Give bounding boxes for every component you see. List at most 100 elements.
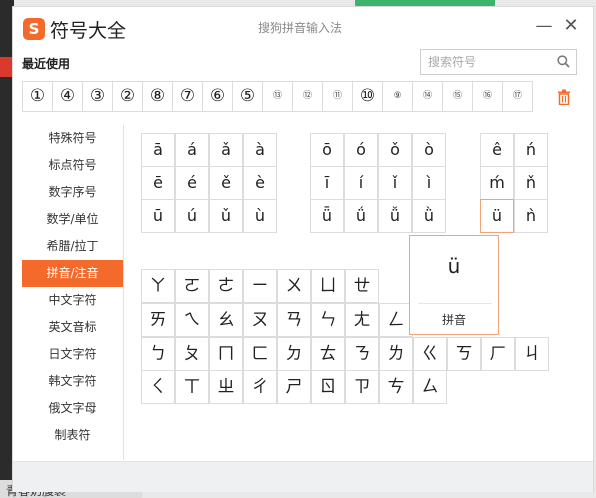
sidebar-item[interactable]: 英文音标 <box>22 314 123 341</box>
symbol-cell[interactable]: è <box>243 166 277 200</box>
symbol-cell[interactable]: á <box>175 133 209 167</box>
symbol-cell[interactable]: ê <box>480 133 514 167</box>
minimize-button[interactable]: — <box>535 16 553 36</box>
symbol-cell[interactable]: ú <box>175 199 209 233</box>
symbol-cell[interactable]: é <box>175 166 209 200</box>
symbol-cell[interactable]: ō <box>310 133 344 167</box>
recent-symbol[interactable]: ⑫ <box>292 81 323 112</box>
symbol-cell[interactable]: ㄚ <box>141 269 175 303</box>
symbol-cell[interactable]: ㄟ <box>175 303 209 337</box>
symbol-cell[interactable]: ǔ <box>209 199 243 233</box>
symbol-cell[interactable]: ㄋ <box>345 337 379 371</box>
symbol-cell[interactable]: ǜ <box>412 199 446 233</box>
trash-icon[interactable] <box>557 89 571 105</box>
symbol-cell[interactable]: ㄨ <box>277 269 311 303</box>
symbol-cell[interactable]: ㄈ <box>243 337 277 371</box>
symbol-cell[interactable]: ǐ <box>378 166 412 200</box>
symbol-cell[interactable]: ī <box>310 166 344 200</box>
sidebar-item[interactable]: 拼音/注音 <box>22 260 123 287</box>
recent-symbol[interactable]: ⑭ <box>412 81 443 112</box>
symbol-cell[interactable]: ㄢ <box>277 303 311 337</box>
search-box[interactable] <box>420 49 577 75</box>
symbol-cell[interactable]: ē <box>141 166 175 200</box>
symbol-cell[interactable]: ㄤ <box>345 303 379 337</box>
symbol-cell[interactable]: ㄒ <box>175 370 209 404</box>
close-button[interactable]: ✕ <box>562 16 580 36</box>
symbol-cell[interactable]: ń <box>514 133 548 167</box>
symbol-cell[interactable]: ǖ <box>310 199 344 233</box>
recent-symbol[interactable]: ③ <box>82 81 113 112</box>
symbol-cell[interactable]: ㄍ <box>413 337 447 371</box>
symbol-cell[interactable]: ㄥ <box>379 303 413 337</box>
symbol-cell[interactable]: ㄎ <box>447 337 481 371</box>
sidebar-item[interactable]: 希腊/拉丁 <box>22 233 123 260</box>
symbol-cell[interactable]: ㄉ <box>277 337 311 371</box>
sidebar-item[interactable]: 俄文字母 <box>22 395 123 422</box>
sidebar-item[interactable]: 日文字符 <box>22 341 123 368</box>
symbol-cell[interactable]: ㄑ <box>141 370 175 404</box>
sidebar-item[interactable]: 特殊符号 <box>22 125 123 152</box>
symbol-cell[interactable]: ǎ <box>209 133 243 167</box>
symbol-cell[interactable]: ū <box>141 199 175 233</box>
recent-symbol[interactable]: ⑤ <box>232 81 263 112</box>
sidebar-item[interactable]: 中文字符 <box>22 287 123 314</box>
symbol-cell[interactable]: ㄘ <box>379 370 413 404</box>
recent-symbol[interactable]: ⑬ <box>262 81 293 112</box>
symbol-cell[interactable]: ǒ <box>378 133 412 167</box>
symbol-cell[interactable]: ㄔ <box>243 370 277 404</box>
symbol-cell[interactable]: ü <box>480 199 514 233</box>
symbol-cell[interactable]: ㄠ <box>209 303 243 337</box>
symbol-cell[interactable]: ㄇ <box>209 337 243 371</box>
recent-symbol[interactable]: ⑰ <box>502 81 533 112</box>
symbol-cell[interactable]: ㄝ <box>345 269 379 303</box>
symbol-cell[interactable]: ù <box>243 199 277 233</box>
symbol-cell[interactable]: ó <box>344 133 378 167</box>
symbol-cell[interactable]: ㄅ <box>141 337 175 371</box>
symbol-cell[interactable]: ǘ <box>344 199 378 233</box>
symbol-cell[interactable]: ㄌ <box>379 337 413 371</box>
symbol-cell[interactable]: ㄧ <box>243 269 277 303</box>
symbol-cell[interactable]: ㄡ <box>243 303 277 337</box>
recent-symbol[interactable]: ⑧ <box>142 81 173 112</box>
sidebar-item[interactable]: 数字序号 <box>22 179 123 206</box>
recent-symbol[interactable]: ⑨ <box>382 81 413 112</box>
recent-symbol[interactable]: ⑥ <box>202 81 233 112</box>
symbol-cell[interactable]: ㄖ <box>311 370 345 404</box>
symbol-cell[interactable]: ň <box>514 166 548 200</box>
symbol-cell[interactable]: ㄏ <box>481 337 515 371</box>
symbol-cell[interactable]: ㄙ <box>413 370 447 404</box>
search-input[interactable] <box>421 50 551 74</box>
sidebar-item[interactable]: 制表符 <box>22 422 123 449</box>
symbol-cell[interactable]: ㄩ <box>311 269 345 303</box>
symbol-cell[interactable]: ㄐ <box>515 337 549 371</box>
search-icon[interactable] <box>557 55 570 68</box>
symbol-cell[interactable]: ì <box>412 166 446 200</box>
recent-symbol[interactable]: ⑮ <box>442 81 473 112</box>
recent-symbol[interactable]: ② <box>112 81 143 112</box>
symbol-cell[interactable]: ㄜ <box>209 269 243 303</box>
sidebar-item[interactable]: 韩文字符 <box>22 368 123 395</box>
symbol-cell[interactable]: ㄣ <box>311 303 345 337</box>
sidebar-item[interactable]: 数学/单位 <box>22 206 123 233</box>
symbol-cell[interactable]: ḿ <box>480 166 514 200</box>
symbol-cell[interactable]: í <box>344 166 378 200</box>
symbol-cell[interactable]: ㄗ <box>345 370 379 404</box>
sidebar-item[interactable]: 标点符号 <box>22 152 123 179</box>
recent-symbol[interactable]: ④ <box>52 81 83 112</box>
recent-symbol[interactable]: ⑦ <box>172 81 203 112</box>
recent-symbol[interactable]: ⑪ <box>322 81 353 112</box>
symbol-cell[interactable]: ㄆ <box>175 337 209 371</box>
recent-symbol[interactable]: ① <box>22 81 53 112</box>
symbol-cell[interactable]: ㄓ <box>209 370 243 404</box>
symbol-cell[interactable]: ㄊ <box>311 337 345 371</box>
symbol-cell[interactable]: ㄞ <box>141 303 175 337</box>
symbol-cell[interactable]: ò <box>412 133 446 167</box>
symbol-cell[interactable]: ǹ <box>514 199 548 233</box>
recent-symbol[interactable]: ⑯ <box>472 81 503 112</box>
symbol-cell[interactable]: ㄕ <box>277 370 311 404</box>
symbol-cell[interactable]: à <box>243 133 277 167</box>
recent-symbol[interactable]: ⑩ <box>352 81 383 112</box>
symbol-cell[interactable]: ā <box>141 133 175 167</box>
symbol-cell[interactable]: ǚ <box>378 199 412 233</box>
symbol-cell[interactable]: ㄛ <box>175 269 209 303</box>
